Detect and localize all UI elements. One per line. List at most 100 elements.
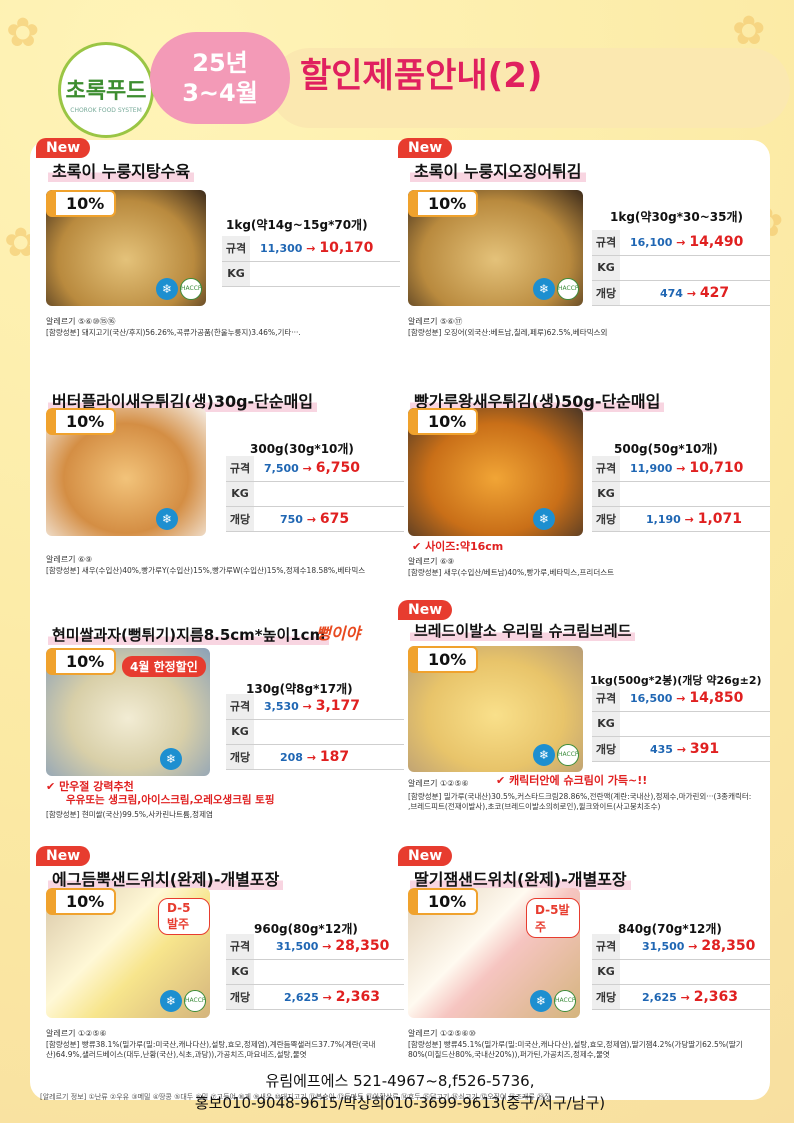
price-table: 규격 16,100 → 14,490 KG 개당 474 → 427: [592, 230, 770, 306]
haccp-icon: HACCP: [554, 990, 576, 1012]
old-price: 208: [280, 750, 303, 764]
spec-label: 규격: [226, 934, 254, 960]
kg-label: KG: [222, 261, 250, 287]
arrow-icon: →: [676, 692, 686, 706]
brand-logo: 초록푸드 CHOROK FOOD SYSTEM: [58, 42, 154, 138]
frozen-icon: ❄: [533, 508, 555, 530]
product-card: New 에그듬뿍샌드위치(완제)-개별포장 10% D-5발주 ❄ HACCP …: [36, 846, 404, 1081]
arrow-icon: →: [676, 742, 687, 756]
new-price: 2,363: [693, 988, 738, 1005]
haccp-icon: HACCP: [184, 990, 206, 1012]
new-price: 14,490: [689, 234, 744, 251]
new-badge: New: [36, 846, 91, 866]
allergy-info: 알레르기 ⑥⑨: [46, 555, 93, 564]
new-badge: New: [398, 600, 453, 620]
spec-label: 규격: [592, 934, 620, 960]
ingredients-info: [함량성분] 새우(수입산/베트남)40%,빵가루,베타믹스,프리더스트: [408, 568, 615, 577]
product-photo: 10% ❄: [46, 408, 206, 536]
frozen-icon: ❄: [533, 744, 555, 766]
haccp-icon: HACCP: [557, 744, 579, 766]
old-price: 7,500: [264, 462, 299, 476]
product-photo: 10% D-5발주 ❄ HACCP: [408, 888, 580, 1018]
spec-label: 규격: [592, 686, 620, 712]
frozen-icon: ❄: [533, 278, 555, 300]
each-label: 개당: [592, 984, 620, 1010]
old-price: 2,625: [284, 990, 319, 1004]
arrow-icon: →: [676, 236, 686, 250]
product-deco-text: 뻥이야: [316, 624, 361, 643]
recommend-detail: 우유또는 생크림,아이스크림,오레오생크림 토핑: [66, 794, 275, 806]
new-price: 2,363: [335, 988, 380, 1005]
ingredients-info: [함량성분] 오징어(외국산:베트남,칠레,페루)62.5%,베타믹스외: [408, 328, 608, 337]
each-label: 개당: [226, 506, 254, 532]
arrow-icon: →: [306, 242, 316, 256]
product-photo: 10% ❄ HACCP: [408, 646, 583, 772]
contact-info: 유림에프에스 521-4967~8,f526-5736, 홍보010-9048-…: [100, 1070, 700, 1114]
price-table: 규격 7,500 → 6,750 KG 개당 750 → 675: [226, 456, 404, 532]
product-name: 초록이 누룽지탕수육: [48, 158, 195, 182]
old-price: 11,900: [630, 462, 673, 476]
product-card: 현미쌀과자(뻥튀기)지름8.5cm*높이1cm 뻥이야 10% 4월 한정할인 …: [36, 606, 404, 841]
logo-subtext: CHOROK FOOD SYSTEM: [70, 107, 142, 114]
discount-badge: 10%: [408, 646, 479, 673]
product-card: 버터플라이새우튀김(생)30g-단순매입 10% ❄ 300g(30g*10개)…: [36, 368, 404, 603]
checkmark-icon: ✔: [46, 780, 56, 793]
contact-line: 유림에프에스 521-4967~8,f526-5736,: [265, 1072, 535, 1090]
new-price: 187: [319, 748, 350, 765]
arrow-icon: →: [306, 512, 317, 526]
product-name: 현미쌀과자(뻥튀기)지름8.5cm*높이1cm: [48, 624, 330, 645]
arrow-icon: →: [688, 940, 698, 954]
kg-label: KG: [226, 959, 254, 985]
old-price: 16,100: [630, 236, 673, 250]
frozen-icon: ❄: [156, 278, 178, 300]
each-label: 개당: [592, 280, 620, 306]
kg-label: KG: [592, 959, 620, 985]
product-card: New 딸기잼샌드위치(완제)-개별포장 10% D-5발주 ❄ HACCP 8…: [398, 846, 770, 1081]
arrow-icon: →: [676, 462, 686, 476]
old-price: 31,500: [276, 940, 319, 954]
frozen-icon: ❄: [160, 990, 182, 1012]
price-table: 규격 31,500 → 28,350 KG 개당 2,625 → 2,363: [226, 934, 404, 1010]
old-price: 750: [280, 512, 303, 526]
each-label: 개당: [226, 744, 254, 770]
new-price: 391: [689, 740, 720, 757]
discount-badge: 10%: [408, 888, 479, 915]
ingredients-info: [함량성분] 돼지고기(국산/후지)56.26%,곡류가공품(한울누룽지)3.4…: [46, 328, 301, 337]
allergy-info: 알레르기 ①②⑤⑥⑩: [408, 1029, 476, 1038]
arrow-icon: →: [680, 990, 690, 1004]
new-price: 28,350: [701, 938, 756, 955]
price-table: 규격 16,500 → 14,850 KG 개당 435 → 391: [592, 686, 770, 762]
arrow-icon: →: [322, 990, 332, 1004]
product-card: New 초록이 누룽지오징어튀김 10% ❄ HACCP 1kg(약30g*30…: [398, 138, 770, 373]
each-label: 개당: [592, 736, 620, 762]
old-price: 3,530: [264, 700, 299, 714]
product-weight: 500g(50g*10개): [614, 442, 718, 456]
spec-label: 규격: [222, 236, 250, 262]
promo-tag: 4월 한정할인: [122, 656, 206, 677]
spec-row: 규격 11,300 → 10,170: [222, 236, 400, 262]
arrow-icon: →: [302, 462, 312, 476]
new-badge: New: [398, 138, 453, 158]
product-card: 빵가루왕새우튀김(생)50g-단순매입 10% ❄ 500g(50g*10개) …: [398, 368, 770, 603]
new-price: 427: [699, 284, 730, 301]
old-price: 16,500: [630, 692, 673, 706]
arrow-icon: →: [684, 512, 694, 526]
page-title: 할인제품안내(2): [300, 56, 543, 96]
checkmark-icon: ✔: [496, 774, 506, 787]
new-badge: New: [36, 138, 91, 158]
old-price: 31,500: [642, 940, 685, 954]
product-photo: 10% ❄: [408, 408, 583, 536]
discount-badge: 10%: [408, 190, 479, 217]
old-price: 2,625: [642, 990, 677, 1004]
discount-badge: 10%: [46, 190, 117, 217]
checkmark-icon: ✔: [412, 540, 422, 553]
arrow-icon: →: [306, 750, 317, 764]
product-weight: 300g(30g*10개): [250, 442, 354, 456]
frozen-icon: ❄: [530, 990, 552, 1012]
spec-label: 규격: [226, 694, 254, 720]
product-photo: 10% ❄ HACCP: [408, 190, 583, 306]
each-label: 개당: [226, 984, 254, 1010]
old-price: 435: [650, 742, 673, 756]
period-year: 25년: [192, 49, 248, 77]
product-name: 딸기잼샌드위치(완제)-개별포장: [410, 866, 631, 890]
